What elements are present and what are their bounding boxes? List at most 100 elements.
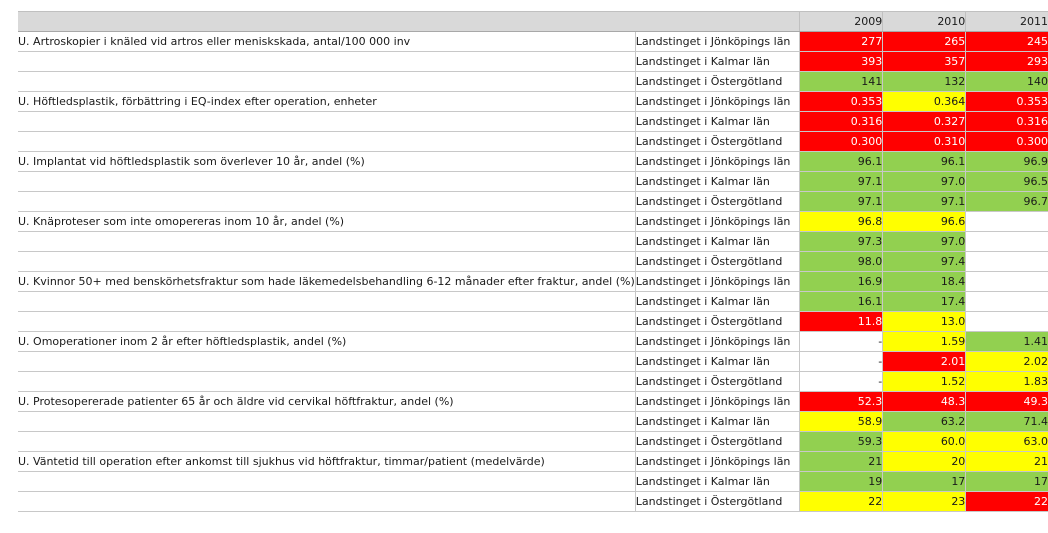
value-cell-2009: 52.3 [799, 391, 883, 412]
value-cell-2011: 2.02 [965, 351, 1048, 372]
header-row: 2009 2010 2011 [18, 11, 1048, 32]
indicator-spacer [18, 431, 636, 452]
header-region-cell [635, 11, 800, 32]
value-cell-2009: - [799, 351, 883, 372]
value-cell-2009: 97.1 [799, 171, 883, 192]
value-cell-2011: 96.5 [965, 171, 1048, 192]
value-cell-2009: 141 [799, 71, 883, 92]
region-name: Landstinget i Jönköpings län [634, 391, 800, 412]
region-name: Landstinget i Kalmar län [634, 471, 800, 492]
region-name: Landstinget i Östergötland [634, 131, 800, 152]
indicator-spacer [18, 111, 636, 132]
value-cell-2009: 0.300 [799, 131, 883, 152]
region-name: Landstinget i Östergötland [634, 191, 800, 212]
value-cell-2011: 0.300 [965, 131, 1048, 152]
table-row: U. Omoperationer inom 2 år efter höftled… [18, 331, 1048, 352]
region-name: Landstinget i Östergötland [634, 371, 800, 392]
value-cell-2010: 96.1 [882, 151, 966, 172]
indicator-name: U. Knäproteser som inte omopereras inom … [18, 211, 636, 232]
value-cell-2010: 17.4 [882, 291, 966, 312]
value-cell-2009: 0.353 [799, 91, 883, 112]
table-row: U. Knäproteser som inte omopereras inom … [18, 211, 1048, 232]
table-row: Landstinget i Östergötland 11.8 13.0 [18, 311, 1048, 332]
table-row: U. Väntetid till operation efter ankomst… [18, 451, 1048, 472]
indicator-spacer [18, 131, 636, 152]
table-row: U. Implantat vid höftledsplastik som öve… [18, 151, 1048, 172]
value-cell-2011: 293 [965, 51, 1048, 72]
value-cell-2010: 97.0 [882, 171, 966, 192]
value-cell-2011 [965, 291, 1048, 312]
table-row: Landstinget i Kalmar län -2.01 2.02 [18, 351, 1048, 372]
table-row: U. Protesopererade patienter 65 år och ä… [18, 391, 1048, 412]
value-cell-2009: 96.1 [799, 151, 883, 172]
indicator-name: U. Omoperationer inom 2 år efter höftled… [18, 331, 636, 352]
indicator-name: U. Höftledsplastik, förbättring i EQ-ind… [18, 91, 636, 112]
value-cell-2010: 48.3 [882, 391, 966, 412]
value-cell-2009: 59.3 [799, 431, 883, 452]
value-cell-2010: 0.364 [882, 91, 966, 112]
header-year-2011: 2011 [965, 11, 1048, 32]
region-name: Landstinget i Jönköpings län [634, 271, 800, 292]
value-cell-2010: 357 [882, 51, 966, 72]
table-body: U. Artroskopier i knäled vid artros elle… [18, 31, 1048, 512]
indicator-spacer [18, 291, 636, 312]
table-row: Landstinget i Kalmar län 58.9 63.2 71.4 [18, 411, 1048, 432]
value-cell-2009: - [799, 331, 883, 352]
table-row: Landstinget i Östergötland 59.3 60.0 63.0 [18, 431, 1048, 452]
region-name: Landstinget i Kalmar län [634, 51, 800, 72]
region-name: Landstinget i Kalmar län [634, 351, 800, 372]
value-cell-2010: 1.52 [882, 371, 966, 392]
table-row: Landstinget i Östergötland 0.300 0.310 0.30… [18, 131, 1048, 152]
region-name: Landstinget i Kalmar län [634, 171, 800, 192]
header-year-2009: 2009 [799, 11, 883, 32]
region-name: Landstinget i Jönköpings län [634, 331, 800, 352]
value-cell-2011: 0.353 [965, 91, 1048, 112]
value-cell-2011 [965, 271, 1048, 292]
value-cell-2011 [965, 231, 1048, 252]
indicator-spacer [18, 171, 636, 192]
value-cell-2011 [965, 311, 1048, 332]
table-row: Landstinget i Kalmar län 19 17 17 [18, 471, 1048, 492]
value-cell-2010: 0.310 [882, 131, 966, 152]
value-cell-2009: 58.9 [799, 411, 883, 432]
value-cell-2009: 16.9 [799, 271, 883, 292]
value-cell-2010: 63.2 [882, 411, 966, 432]
header-indicator-cell [18, 11, 636, 32]
value-cell-2009: 96.8 [799, 211, 883, 232]
indicator-spacer [18, 491, 636, 512]
value-cell-2009: 97.3 [799, 231, 883, 252]
value-cell-2011: 17 [965, 471, 1048, 492]
value-cell-2010: 97.0 [882, 231, 966, 252]
indicator-name: U. Implantat vid höftledsplastik som öve… [18, 151, 636, 172]
table-row: Landstinget i Kalmar län 0.316 0.327 0.316 [18, 111, 1048, 132]
region-name: Landstinget i Jönköpings län [634, 31, 800, 52]
value-cell-2009: 0.316 [799, 111, 883, 132]
indicator-spacer [18, 251, 636, 272]
value-cell-2009: 393 [799, 51, 883, 72]
value-cell-2011: 21 [965, 451, 1048, 472]
region-name: Landstinget i Jönköpings län [634, 451, 800, 472]
indicator-spacer [18, 371, 636, 392]
value-cell-2010: 60.0 [882, 431, 966, 452]
table-row: Landstinget i Kalmar län 16.1 17.4 [18, 291, 1048, 312]
value-cell-2009: 21 [799, 451, 883, 472]
region-name: Landstinget i Östergötland [634, 251, 800, 272]
value-cell-2011: 49.3 [965, 391, 1048, 412]
value-cell-2009: 11.8 [799, 311, 883, 332]
value-cell-2011: 96.7 [965, 191, 1048, 212]
indicator-spacer [18, 411, 636, 432]
region-name: Landstinget i Östergötland [634, 311, 800, 332]
table-row: Landstinget i Östergötland 98.0 97.4 [18, 251, 1048, 272]
value-cell-2010: 23 [882, 491, 966, 512]
table-row: Landstinget i Östergötland 141 132 140 [18, 71, 1048, 92]
value-cell-2009: - [799, 371, 883, 392]
value-cell-2009: 16.1 [799, 291, 883, 312]
value-cell-2010: 13.0 [882, 311, 966, 332]
indicator-spacer [18, 471, 636, 492]
value-cell-2010: 18.4 [882, 271, 966, 292]
region-name: Landstinget i Kalmar län [634, 291, 800, 312]
region-name: Landstinget i Jönköpings län [634, 91, 800, 112]
value-cell-2011 [965, 211, 1048, 232]
value-cell-2010: 20 [882, 451, 966, 472]
indicator-spacer [18, 71, 636, 92]
